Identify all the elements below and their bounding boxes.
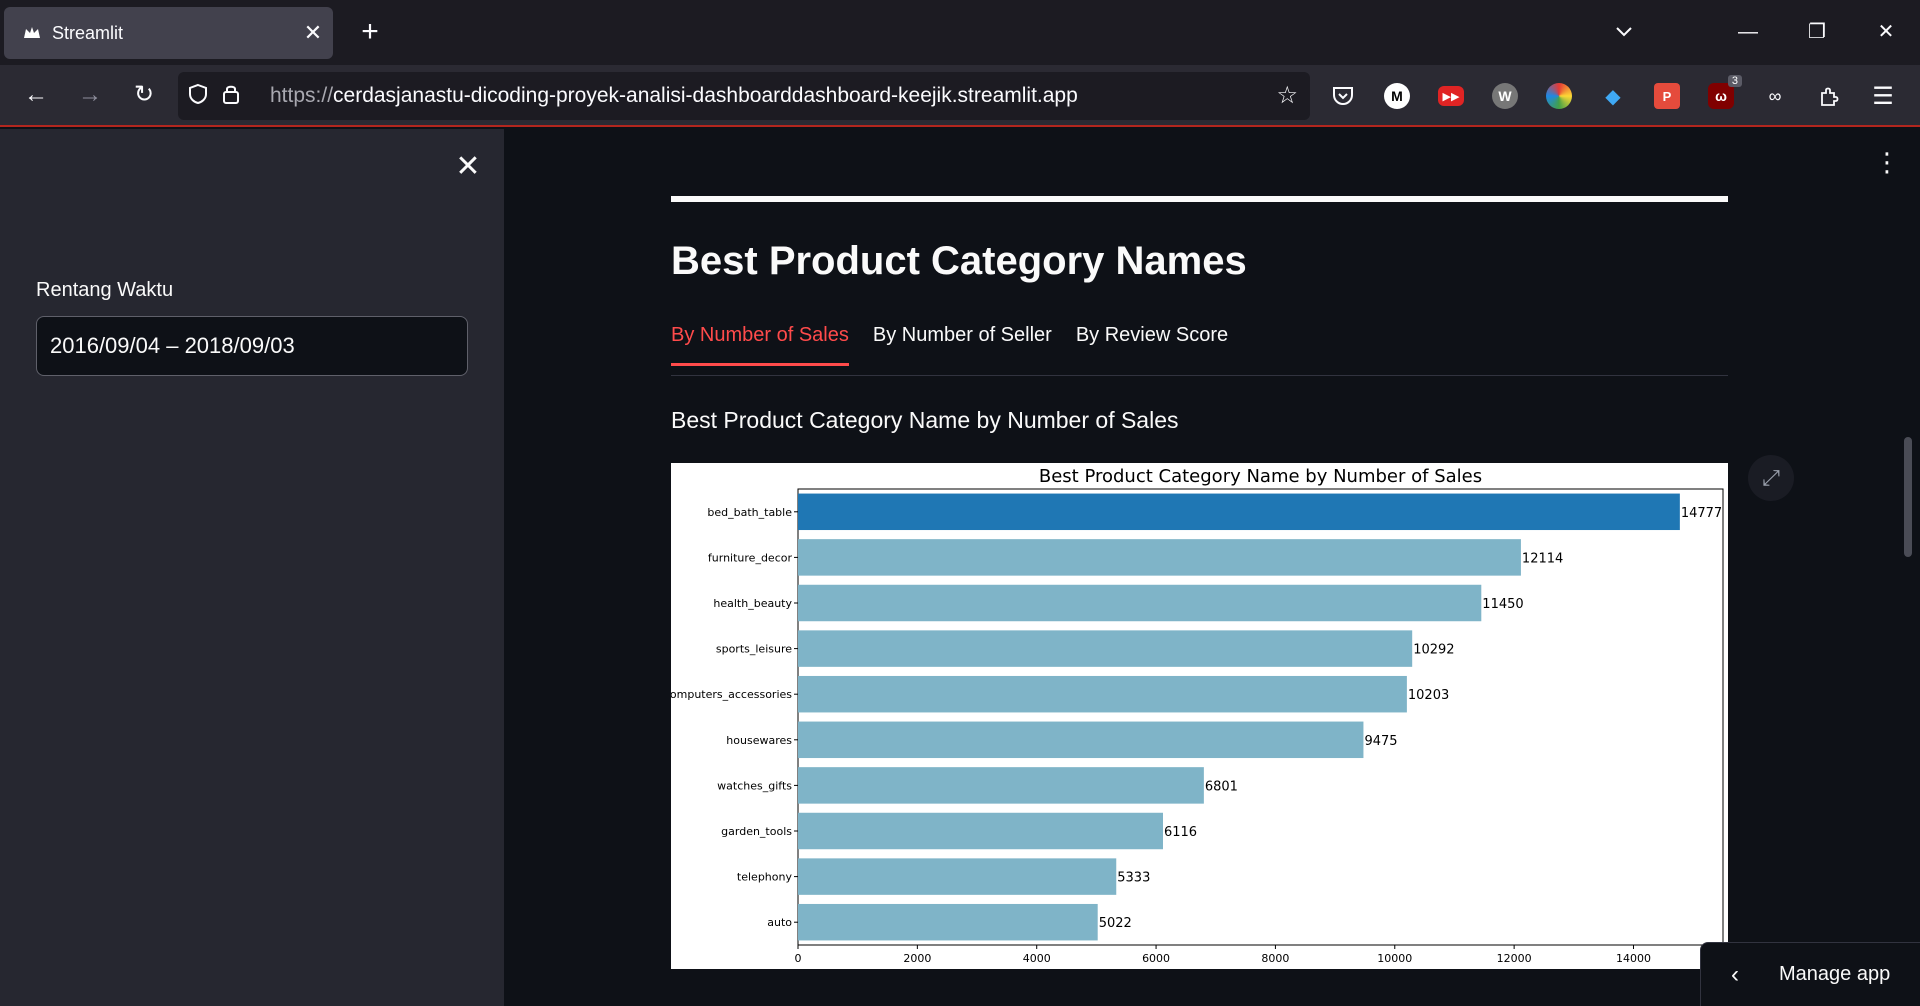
scrollbar-thumb[interactable] (1904, 437, 1912, 557)
bar-value-label: 9475 (1364, 734, 1397, 749)
extension-badge: 3 (1727, 75, 1742, 87)
x-tick-label: 6000 (1142, 952, 1170, 965)
tab-list: By Number of Sales By Number of Seller B… (671, 324, 1228, 366)
x-tick-label: 0 (795, 952, 802, 965)
app-menu-kebab-icon[interactable]: ⋮ (1874, 149, 1900, 175)
reload-icon[interactable]: ↻ (124, 77, 164, 113)
y-tick-label: computers_accessories (671, 688, 792, 701)
ublock-shield-icon[interactable]: ω 3 (1704, 75, 1742, 113)
y-tick-label: watches_gifts (717, 779, 792, 792)
p-extension-icon[interactable]: P (1650, 79, 1684, 113)
minimize-window-icon[interactable]: — (1728, 14, 1768, 50)
x-tick-label: 8000 (1261, 952, 1289, 965)
back-arrow-icon[interactable]: ← (16, 77, 56, 113)
browser-tab-strip: Streamlit ✕ + — ❐ ✕ (0, 0, 1920, 65)
bar-value-label: 6116 (1164, 825, 1197, 840)
bar (798, 767, 1204, 804)
date-range-label: Rentang Waktu (36, 279, 174, 301)
color-extension-icon[interactable] (1542, 79, 1576, 113)
browser-navigation-bar: ← → ↻ https://cerdasjanastu-dicoding-pro… (0, 65, 1920, 127)
hamburger-menu-icon[interactable]: ☰ (1866, 79, 1900, 113)
bar-value-label: 6801 (1205, 779, 1238, 794)
bar-value-label: 14777 (1681, 506, 1722, 521)
bar (798, 858, 1117, 895)
y-tick-label: telephony (737, 871, 793, 884)
pocket-icon[interactable] (1326, 79, 1360, 113)
w-extension-icon[interactable]: W (1488, 79, 1522, 113)
new-tab-button[interactable]: + (352, 14, 388, 50)
y-tick-label: furniture_decor (708, 551, 793, 564)
main-content: ⋮ Best Product Category Names By Number … (504, 129, 1920, 1006)
medium-extension-icon[interactable]: M (1380, 79, 1414, 113)
close-sidebar-icon[interactable]: ✕ (450, 149, 486, 185)
puzzle-extensions-icon[interactable] (1812, 79, 1846, 113)
restore-window-icon[interactable]: ❐ (1797, 14, 1837, 50)
x-tick-label: 2000 (903, 952, 931, 965)
bar (798, 812, 1163, 850)
bar-value-label: 10203 (1408, 688, 1449, 703)
tab-by-number-of-seller[interactable]: By Number of Seller (873, 324, 1052, 366)
manage-app-label: Manage app (1779, 963, 1891, 985)
browser-tab[interactable]: Streamlit ✕ (4, 7, 333, 59)
section-title: Best Product Category Names (671, 239, 1247, 283)
y-tick-label: garden_tools (721, 825, 792, 838)
x-tick-label: 10000 (1377, 952, 1412, 965)
tab-by-number-of-sales[interactable]: By Number of Sales (671, 324, 849, 366)
fullscreen-expand-icon[interactable]: ⤢ (1748, 455, 1794, 501)
close-window-icon[interactable]: ✕ (1866, 14, 1906, 50)
bar (798, 903, 1098, 941)
bookmark-star-icon[interactable]: ☆ (1276, 72, 1298, 120)
date-range-input[interactable]: 2016/09/04 – 2018/09/03 (36, 316, 468, 376)
close-tab-icon[interactable]: ✕ (293, 20, 333, 46)
x-tick-label: 12000 (1497, 952, 1532, 965)
glasses-extension-icon[interactable]: ∞ (1758, 79, 1792, 113)
diamond-extension-icon[interactable]: ◆ (1596, 79, 1630, 113)
address-bar[interactable]: https://cerdasjanastu-dicoding-proyek-an… (178, 72, 1310, 120)
url-text[interactable]: https://cerdasjanastu-dicoding-proyek-an… (270, 72, 1078, 120)
bar-value-label: 10292 (1413, 643, 1454, 658)
bar (798, 493, 1680, 531)
bar-value-label: 12114 (1522, 551, 1563, 566)
bar-value-label: 11450 (1482, 597, 1523, 612)
chart-title: Best Product Category Name by Number of … (1039, 466, 1482, 487)
y-tick-label: auto (767, 916, 792, 929)
video-extension-icon[interactable]: ▶▶ (1434, 79, 1468, 113)
bar-chart-svg: Best Product Category Name by Number of … (671, 466, 1724, 965)
bar (798, 721, 1364, 759)
x-tick-label: 14000 (1616, 952, 1651, 965)
bar (798, 675, 1407, 713)
sidebar: ✕ Rentang Waktu 2016/09/04 – 2018/09/03 (0, 129, 504, 1006)
shield-icon[interactable] (188, 83, 208, 110)
bar-value-label: 5333 (1117, 871, 1150, 886)
y-tick-label: sports_leisure (716, 643, 792, 656)
section-divider (671, 196, 1728, 202)
manage-app-button[interactable]: ‹ Manage app (1700, 942, 1920, 1006)
bar (798, 630, 1413, 667)
lock-icon[interactable] (222, 83, 240, 110)
y-tick-label: housewares (726, 734, 792, 747)
y-tick-label: health_beauty (713, 597, 792, 610)
streamlit-crown-icon (18, 26, 46, 40)
bar-value-label: 5022 (1099, 916, 1132, 931)
forward-arrow-icon[interactable]: → (70, 77, 110, 113)
chevron-left-icon: ‹ (1731, 960, 1739, 988)
y-tick-label: bed_bath_table (707, 506, 792, 519)
bar (798, 584, 1482, 622)
bar-chart: Best Product Category Name by Number of … (671, 463, 1728, 969)
tab-by-review-score[interactable]: By Review Score (1076, 324, 1228, 366)
tab-title: Streamlit (52, 22, 124, 43)
bar (798, 539, 1521, 576)
chart-subheader: Best Product Category Name by Number of … (671, 407, 1179, 433)
list-tabs-chevron-icon[interactable] (1604, 14, 1644, 50)
x-tick-label: 4000 (1023, 952, 1051, 965)
tab-underline-rule (671, 375, 1728, 376)
